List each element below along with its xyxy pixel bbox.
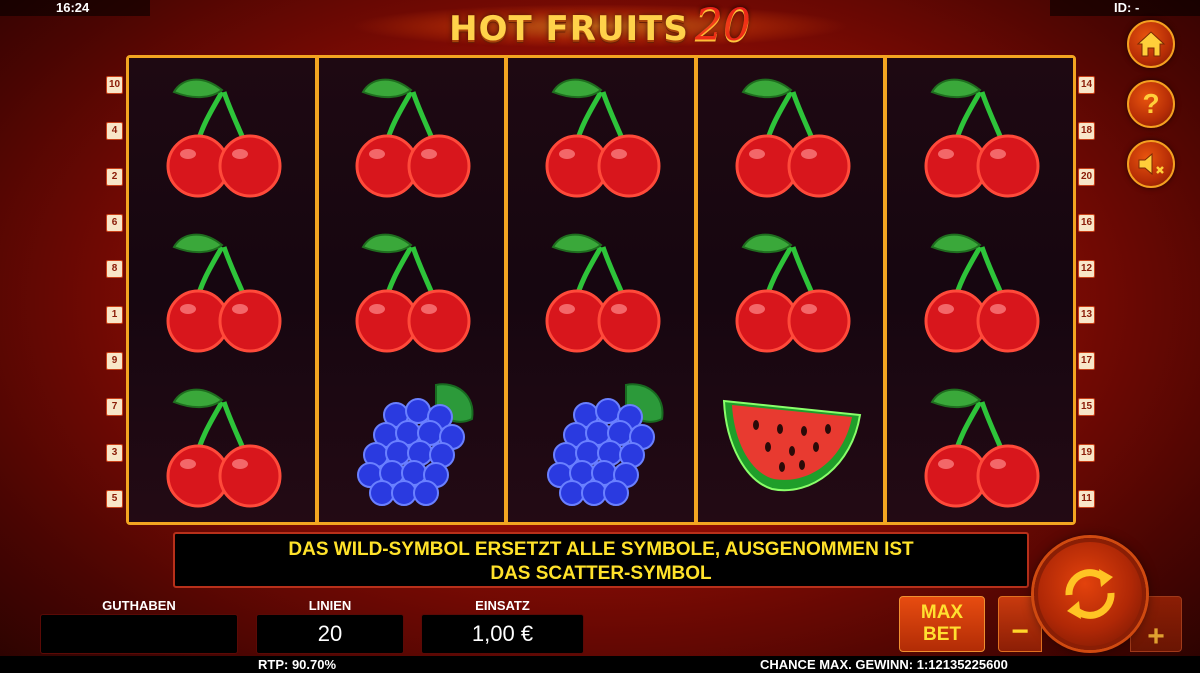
bet-label: EINSATZ — [475, 598, 530, 613]
watermelon-symbol — [698, 367, 884, 522]
cherry-icon — [166, 233, 282, 353]
cherry-symbol — [508, 213, 694, 368]
spin-button[interactable] — [1034, 538, 1146, 650]
cherry-icon — [545, 233, 661, 353]
watermelon-icon — [722, 399, 861, 491]
payline-indicator[interactable]: 4 — [106, 122, 123, 140]
reel-grid — [126, 55, 1076, 525]
max-bet-button[interactable]: MAX BET — [899, 596, 985, 652]
cherry-icon — [355, 79, 471, 198]
cherry-icon — [355, 233, 471, 353]
max-bet-line2: BET — [923, 624, 961, 645]
payline-indicator[interactable]: 13 — [1078, 306, 1095, 324]
cherry-symbol — [887, 213, 1073, 368]
reel-2 — [318, 58, 505, 522]
sound-muted-icon — [1138, 152, 1164, 176]
logo-title: HOT FRUITS — [449, 9, 689, 49]
cherry-icon — [924, 388, 1040, 508]
sound-button[interactable] — [1127, 140, 1175, 188]
info-message-line2: DAS SCATTER-SYMBOL — [490, 563, 712, 584]
grapes-icon — [546, 382, 664, 506]
payline-indicator[interactable]: 7 — [106, 398, 123, 416]
home-icon — [1136, 31, 1166, 57]
payline-indicator[interactable]: 11 — [1078, 490, 1095, 508]
cherry-symbol — [129, 367, 315, 522]
payline-indicator[interactable]: 6 — [106, 214, 123, 232]
payline-indicator[interactable]: 16 — [1078, 214, 1095, 232]
rtp-text: RTP: 90.70% — [258, 657, 337, 672]
max-win-chance: CHANCE MAX. GEWINN: 1:12135225600 — [760, 657, 1008, 672]
reel-3 — [508, 58, 694, 522]
payline-indicator[interactable]: 20 — [1078, 168, 1095, 186]
payline-indicator[interactable]: 5 — [106, 490, 123, 508]
payline-indicator[interactable]: 10 — [106, 76, 123, 94]
grapes-symbol — [508, 367, 694, 522]
game-logo: HOT FRUITS20 — [350, 0, 850, 52]
balance-value — [40, 614, 238, 654]
cherry-symbol — [887, 367, 1073, 522]
payline-indicator[interactable]: 9 — [106, 352, 123, 370]
payline-indicator[interactable]: 2 — [106, 168, 123, 186]
reel-4 — [697, 58, 884, 522]
footer-bar: RTP: 90.70% CHANCE MAX. GEWINN: 1:121352… — [0, 656, 1200, 673]
payline-indicator[interactable]: 18 — [1078, 122, 1095, 140]
bet-value[interactable]: 1,00 € — [421, 614, 584, 654]
cherry-symbol — [319, 58, 505, 213]
cherry-symbol — [129, 213, 315, 368]
cherry-symbol — [319, 213, 505, 368]
help-label: ? — [1142, 88, 1160, 119]
payline-indicator[interactable]: 3 — [106, 444, 123, 462]
cherry-symbol — [698, 58, 884, 213]
spin-arrows-icon — [1065, 569, 1115, 619]
cherry-symbol — [887, 58, 1073, 213]
reel-1 — [129, 58, 315, 522]
payline-indicator[interactable]: 19 — [1078, 444, 1095, 462]
reel-5 — [887, 58, 1073, 522]
payline-indicator[interactable]: 17 — [1078, 352, 1095, 370]
cherry-icon — [735, 79, 851, 198]
home-button[interactable] — [1127, 20, 1175, 68]
cherry-symbol — [129, 58, 315, 213]
payline-indicator[interactable]: 15 — [1078, 398, 1095, 416]
cherry-icon — [166, 79, 282, 198]
help-button[interactable]: ? — [1127, 80, 1175, 128]
lines-value[interactable]: 20 — [256, 614, 404, 654]
balance-label: GUTHABEN — [102, 598, 176, 613]
cherry-symbol — [698, 213, 884, 368]
info-message-line1: DAS WILD-SYMBOL ERSETZT ALLE SYMBOLE, AU… — [288, 539, 914, 560]
cherry-symbol — [508, 58, 694, 213]
payline-indicator[interactable]: 1 — [106, 306, 123, 324]
payline-indicator[interactable]: 8 — [106, 260, 123, 278]
clock: 16:24 — [0, 0, 150, 16]
info-message: DAS WILD-SYMBOL ERSETZT ALLE SYMBOLE, AU… — [173, 532, 1029, 588]
max-bet-line1: MAX — [920, 602, 964, 623]
cherry-icon — [545, 79, 661, 198]
lines-label: LINIEN — [308, 598, 352, 613]
session-id: ID: - — [1050, 0, 1200, 16]
payline-indicator[interactable]: 14 — [1078, 76, 1095, 94]
grapes-icon — [357, 382, 474, 506]
cherry-icon — [924, 79, 1040, 198]
payline-indicator[interactable]: 12 — [1078, 260, 1095, 278]
cherry-icon — [166, 388, 282, 508]
cherry-icon — [924, 233, 1040, 353]
cherry-icon — [735, 233, 851, 353]
grapes-symbol — [319, 367, 505, 522]
